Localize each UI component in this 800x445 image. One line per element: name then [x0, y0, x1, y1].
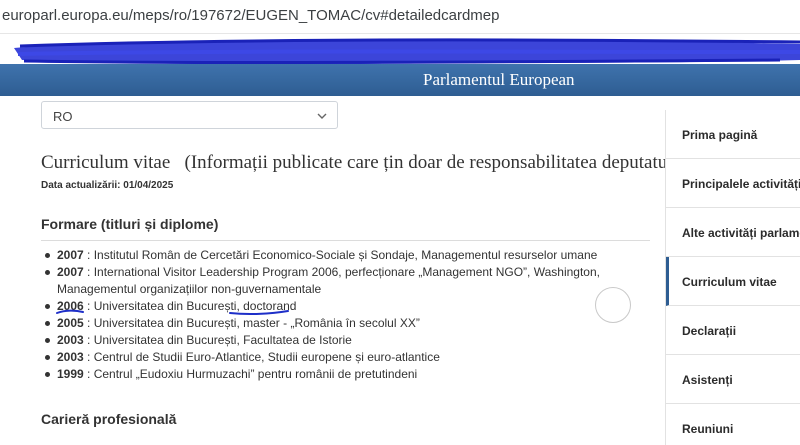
list-item: 2003 : Centrul de Studii Euro-Atlantice,… [41, 349, 651, 366]
section-divider [41, 240, 650, 241]
list-item: 2003 : Universitatea din București, Facu… [41, 332, 651, 349]
sidenav-item-label: Asistenți [682, 373, 733, 387]
item-year: 2007 [57, 248, 84, 262]
list-item: 2006 : Universitatea din București, doct… [41, 298, 651, 315]
address-bar[interactable]: europarl.europa.eu/meps/ro/197672/EUGEN_… [0, 0, 800, 34]
list-item: 2007 : Institutul Român de Cercetări Eco… [41, 247, 651, 264]
last-updated: Data actualizării: 01/04/2025 [41, 180, 174, 191]
list-item: 2007 : International Visitor Leadership … [41, 264, 651, 298]
item-year: 2003 [57, 333, 84, 347]
item-text: : Institutul Român de Cercetări Economic… [83, 248, 598, 262]
language-select-value: RO [53, 109, 73, 124]
item-text: : Centrul de Studii Euro-Atlantice, Stud… [83, 350, 440, 364]
sidenav-item-meetings[interactable]: Reuniuni [666, 404, 800, 445]
sidenav-item-main-activities[interactable]: Principalele activități p [666, 159, 800, 208]
chevron-down-icon [317, 113, 327, 119]
item-year: 2003 [57, 350, 84, 364]
site-title: Parlamentul European [423, 70, 575, 89]
sidenav-item-label: Declarații [682, 324, 737, 338]
sidenav-item-assistants[interactable]: Asistenți [666, 355, 800, 404]
item-year: 1999 [57, 367, 84, 381]
site-header: Parlamentul European [0, 64, 800, 96]
item-year: 2005 [57, 316, 84, 330]
ink-underline-doctorand [229, 310, 289, 316]
sidenav-item-home[interactable]: Prima pagină [666, 110, 800, 159]
education-list: 2007 : Institutul Român de Cercetări Eco… [41, 247, 651, 383]
item-year: 2007 [57, 265, 84, 279]
sidenav-item-label: Prima pagină [682, 128, 758, 142]
sidenav-item-label: Reuniuni [682, 422, 734, 436]
side-navigation: Prima pagină Principalele activități p A… [665, 110, 800, 445]
sidenav-item-label: Alte activități parlamen [682, 226, 800, 240]
list-item: 1999 : Centrul „Eudoxiu Hurmuzachi” pent… [41, 366, 651, 383]
language-select[interactable]: RO [41, 101, 338, 129]
page-title: Curriculum vitae (Informații publicate c… [41, 152, 694, 173]
item-text: : Universitatea din București, Facultate… [83, 333, 352, 347]
url-text[interactable]: europarl.europa.eu/meps/ro/197672/EUGEN_… [2, 7, 500, 24]
sidenav-item-other-activities[interactable]: Alte activități parlamen [666, 208, 800, 257]
item-text: : Universitatea din București, master - … [83, 316, 420, 330]
item-text: : International Visitor Leadership Progr… [57, 265, 600, 296]
career-heading: Carieră profesională [41, 411, 177, 427]
education-heading: Formare (titluri și diplome) [41, 216, 219, 232]
sidenav-item-label: Principalele activități p [682, 177, 800, 191]
list-item: 2005 : Universitatea din București, mast… [41, 315, 651, 332]
redaction-scribble [14, 38, 800, 65]
item-text: : Centrul „Eudoxiu Hurmuzachi” pentru ro… [83, 367, 418, 381]
sidenav-item-label: Curriculum vitae [682, 275, 777, 289]
sidenav-item-declarations[interactable]: Declarații [666, 306, 800, 355]
sidenav-item-cv[interactable]: Curriculum vitae [666, 257, 800, 306]
ink-underline-year [56, 309, 84, 314]
cursor-circle-marker [595, 287, 631, 323]
